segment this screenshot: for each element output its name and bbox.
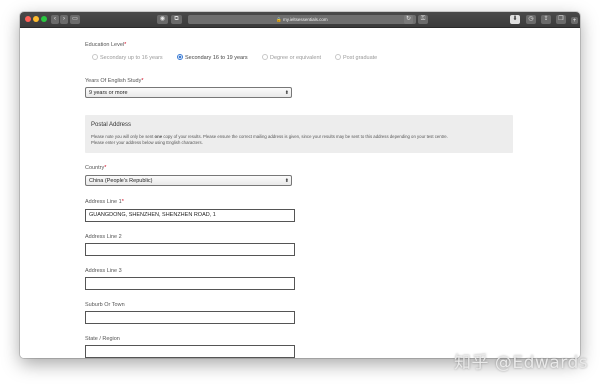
postal-address-title: Postal Address bbox=[91, 122, 132, 128]
radio-circle-icon bbox=[335, 54, 341, 60]
tabs-button[interactable]: ❐ bbox=[556, 15, 566, 24]
reload-icon: ↻ bbox=[405, 16, 412, 22]
download-button[interactable]: ⬇ bbox=[510, 15, 520, 24]
address-line-1-label: Address Line 1* bbox=[85, 199, 124, 205]
postal-address-panel: Postal Address Please note you will only… bbox=[85, 115, 513, 153]
address-line-3-label: Address Line 3 bbox=[85, 268, 122, 274]
download-icon: ⬇ bbox=[512, 16, 518, 22]
country-select[interactable]: China (People's Republic) ⬍ bbox=[85, 175, 292, 186]
years-english-select[interactable]: 9 years or more ⬍ bbox=[85, 87, 292, 98]
radio-circle-icon bbox=[262, 54, 268, 60]
reader-button[interactable]: ⧉ bbox=[171, 15, 182, 24]
radio-secondary-up-to-16[interactable]: Secondary up to 16 years bbox=[92, 54, 163, 61]
sidebar-icon: ▭ bbox=[72, 16, 78, 22]
forward-button[interactable]: › bbox=[60, 15, 68, 24]
postal-address-note: Please note you will only be sent one co… bbox=[91, 134, 448, 145]
radio-post-graduate[interactable]: Post graduate bbox=[335, 54, 377, 61]
new-tab-button[interactable]: + bbox=[571, 17, 578, 24]
address-line-2-input[interactable] bbox=[85, 243, 295, 256]
chevron-right-icon: › bbox=[63, 16, 65, 22]
shield-icon: ◉ bbox=[159, 16, 166, 22]
url-text: my.ieltsessentials.com bbox=[282, 17, 328, 22]
address-line-1-value: GUANGDONG, SHENZHEN, SHENZHEN ROAD, 1 bbox=[89, 212, 216, 218]
page-content: Education Level* Secondary up to 16 year… bbox=[20, 28, 580, 358]
plus-icon: + bbox=[572, 18, 577, 24]
select-arrows-icon: ⬍ bbox=[284, 90, 289, 96]
country-label: Country* bbox=[85, 165, 107, 171]
country-value: China (People's Republic) bbox=[89, 178, 153, 184]
browser-toolbar: ‹ › ▭ ◉ ⧉ 🔒my.ieltsessentials.com ↻ ⚿ ⬇ … bbox=[20, 12, 580, 28]
radio-selected-icon bbox=[177, 54, 183, 60]
browser-window: ‹ › ▭ ◉ ⧉ 🔒my.ieltsessentials.com ↻ ⚿ ⬇ … bbox=[20, 12, 580, 358]
address-line-3-input[interactable] bbox=[85, 277, 295, 290]
close-window-button[interactable] bbox=[25, 16, 31, 22]
chevron-left-icon: ‹ bbox=[54, 16, 56, 22]
minimize-window-button[interactable] bbox=[33, 16, 39, 22]
share-button[interactable]: ⇪ bbox=[541, 15, 551, 24]
years-english-value: 9 years or more bbox=[89, 90, 128, 96]
address-bar[interactable]: 🔒my.ieltsessentials.com bbox=[188, 15, 416, 24]
state-region-input[interactable] bbox=[85, 345, 295, 358]
years-english-label: Years Of English Study* bbox=[85, 78, 144, 84]
address-line-1-input[interactable]: GUANGDONG, SHENZHEN, SHENZHEN ROAD, 1 bbox=[85, 209, 295, 222]
tabs-icon: ❐ bbox=[558, 16, 564, 22]
address-line-2-label: Address Line 2 bbox=[85, 234, 122, 240]
history-button[interactable]: ◷ bbox=[526, 15, 536, 24]
radio-secondary-16-to-19[interactable]: Secondary 16 to 19 years bbox=[177, 54, 248, 61]
back-button[interactable]: ‹ bbox=[51, 15, 59, 24]
translate-icon: ⧉ bbox=[174, 16, 179, 22]
clock-icon: ◷ bbox=[528, 16, 534, 22]
suburb-town-input[interactable] bbox=[85, 311, 295, 324]
radio-degree-or-equivalent[interactable]: Degree or equivalent bbox=[262, 54, 321, 61]
select-arrows-icon: ⬍ bbox=[284, 178, 289, 184]
key-icon: ⚿ bbox=[420, 16, 426, 22]
reload-button[interactable]: ↻ bbox=[404, 15, 413, 24]
zoom-window-button[interactable] bbox=[41, 16, 47, 22]
sidebar-button[interactable]: ▭ bbox=[70, 15, 80, 24]
education-level-label: Education Level* bbox=[85, 42, 127, 48]
share-icon: ⇪ bbox=[543, 16, 549, 22]
state-region-label: State / Region bbox=[85, 336, 120, 342]
lock-icon: 🔒 bbox=[276, 17, 282, 22]
radio-circle-icon bbox=[92, 54, 98, 60]
suburb-town-label: Suburb Or Town bbox=[85, 302, 125, 308]
password-button[interactable]: ⚿ bbox=[418, 15, 428, 24]
watermark: 知乎 @Edwards bbox=[454, 353, 589, 373]
extension-button[interactable]: ◉ bbox=[157, 15, 168, 24]
